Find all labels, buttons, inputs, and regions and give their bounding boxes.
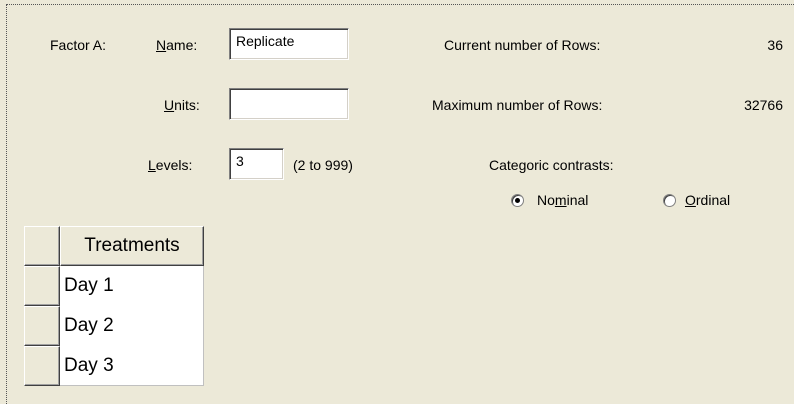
- grid-row-header[interactable]: [24, 266, 60, 306]
- name-label: Name:: [156, 37, 198, 53]
- nominal-label[interactable]: Nominal: [537, 191, 588, 209]
- grid-row-header[interactable]: [24, 346, 60, 386]
- grid-corner-cell[interactable]: [24, 226, 60, 266]
- name-field[interactable]: Replicate: [229, 28, 349, 60]
- max-rows-label: Maximum number of Rows:: [432, 97, 603, 113]
- nominal-radio[interactable]: [511, 194, 524, 207]
- grid-column-header-treatments[interactable]: Treatments: [60, 226, 204, 266]
- grid-cell[interactable]: Day 3: [60, 346, 204, 386]
- levels-range-hint: (2 to 999): [293, 157, 353, 173]
- factor-heading: Factor A:: [50, 37, 107, 53]
- units-label: Units:: [164, 97, 200, 113]
- ordinal-label[interactable]: Ordinal: [685, 191, 730, 209]
- current-rows-label: Current number of Rows:: [444, 37, 601, 53]
- grid-cell[interactable]: Day 1: [60, 266, 204, 306]
- grid-row-header[interactable]: [24, 306, 60, 346]
- current-rows-value: 36: [767, 37, 783, 53]
- radio-selected-dot: [515, 198, 520, 203]
- contrasts-label: Categoric contrasts:: [489, 157, 614, 173]
- units-field[interactable]: [229, 88, 349, 120]
- levels-label: Levels:: [148, 157, 193, 173]
- grid-cell[interactable]: Day 2: [60, 306, 204, 346]
- max-rows-value: 32766: [744, 97, 783, 113]
- levels-field[interactable]: 3: [229, 148, 284, 180]
- ordinal-radio[interactable]: [663, 194, 676, 207]
